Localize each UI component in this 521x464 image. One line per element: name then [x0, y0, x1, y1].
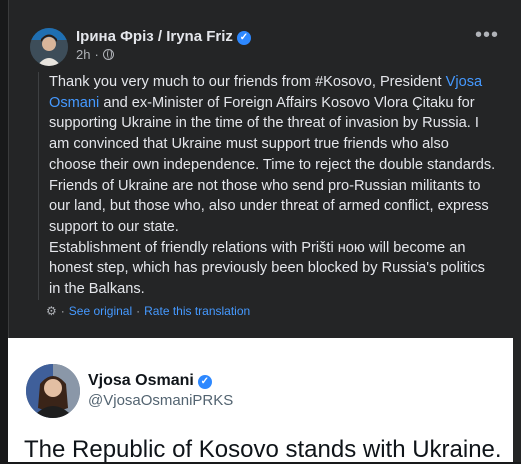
gear-icon[interactable]: ⚙: [46, 304, 57, 318]
post-meta: 2h ·: [76, 47, 114, 62]
post-body: Thank you very much to our friends from …: [38, 72, 500, 300]
tweet-text: The Republic of Kosovo stands with Ukrai…: [24, 436, 502, 463]
translation-bar: ⚙ · See original · Rate this translation: [46, 304, 251, 318]
verified-badge-icon: ✓: [236, 31, 251, 45]
tweet-author-name: Vjosa Osmani ✓: [88, 372, 212, 390]
tweet-avatar: [26, 364, 80, 418]
globe-icon: [102, 49, 114, 60]
author-name[interactable]: Ірина Фріз / Iryna Friz ✓: [76, 28, 251, 45]
verified-badge-icon: ✓: [197, 375, 212, 389]
rate-translation-link[interactable]: Rate this translation: [144, 304, 250, 318]
tweet-handle: @VjosaOsmaniPRKS: [88, 392, 234, 409]
embedded-tweet-image[interactable]: Vjosa Osmani ✓ @VjosaOsmaniPRKS The Repub…: [8, 338, 513, 463]
more-options-button[interactable]: •••: [475, 25, 499, 45]
see-original-link[interactable]: See original: [69, 304, 132, 318]
post-paragraph-2: Establishment of friendly relations with…: [49, 239, 485, 298]
post-time[interactable]: 2h: [76, 47, 90, 62]
author-avatar[interactable]: [30, 28, 68, 66]
